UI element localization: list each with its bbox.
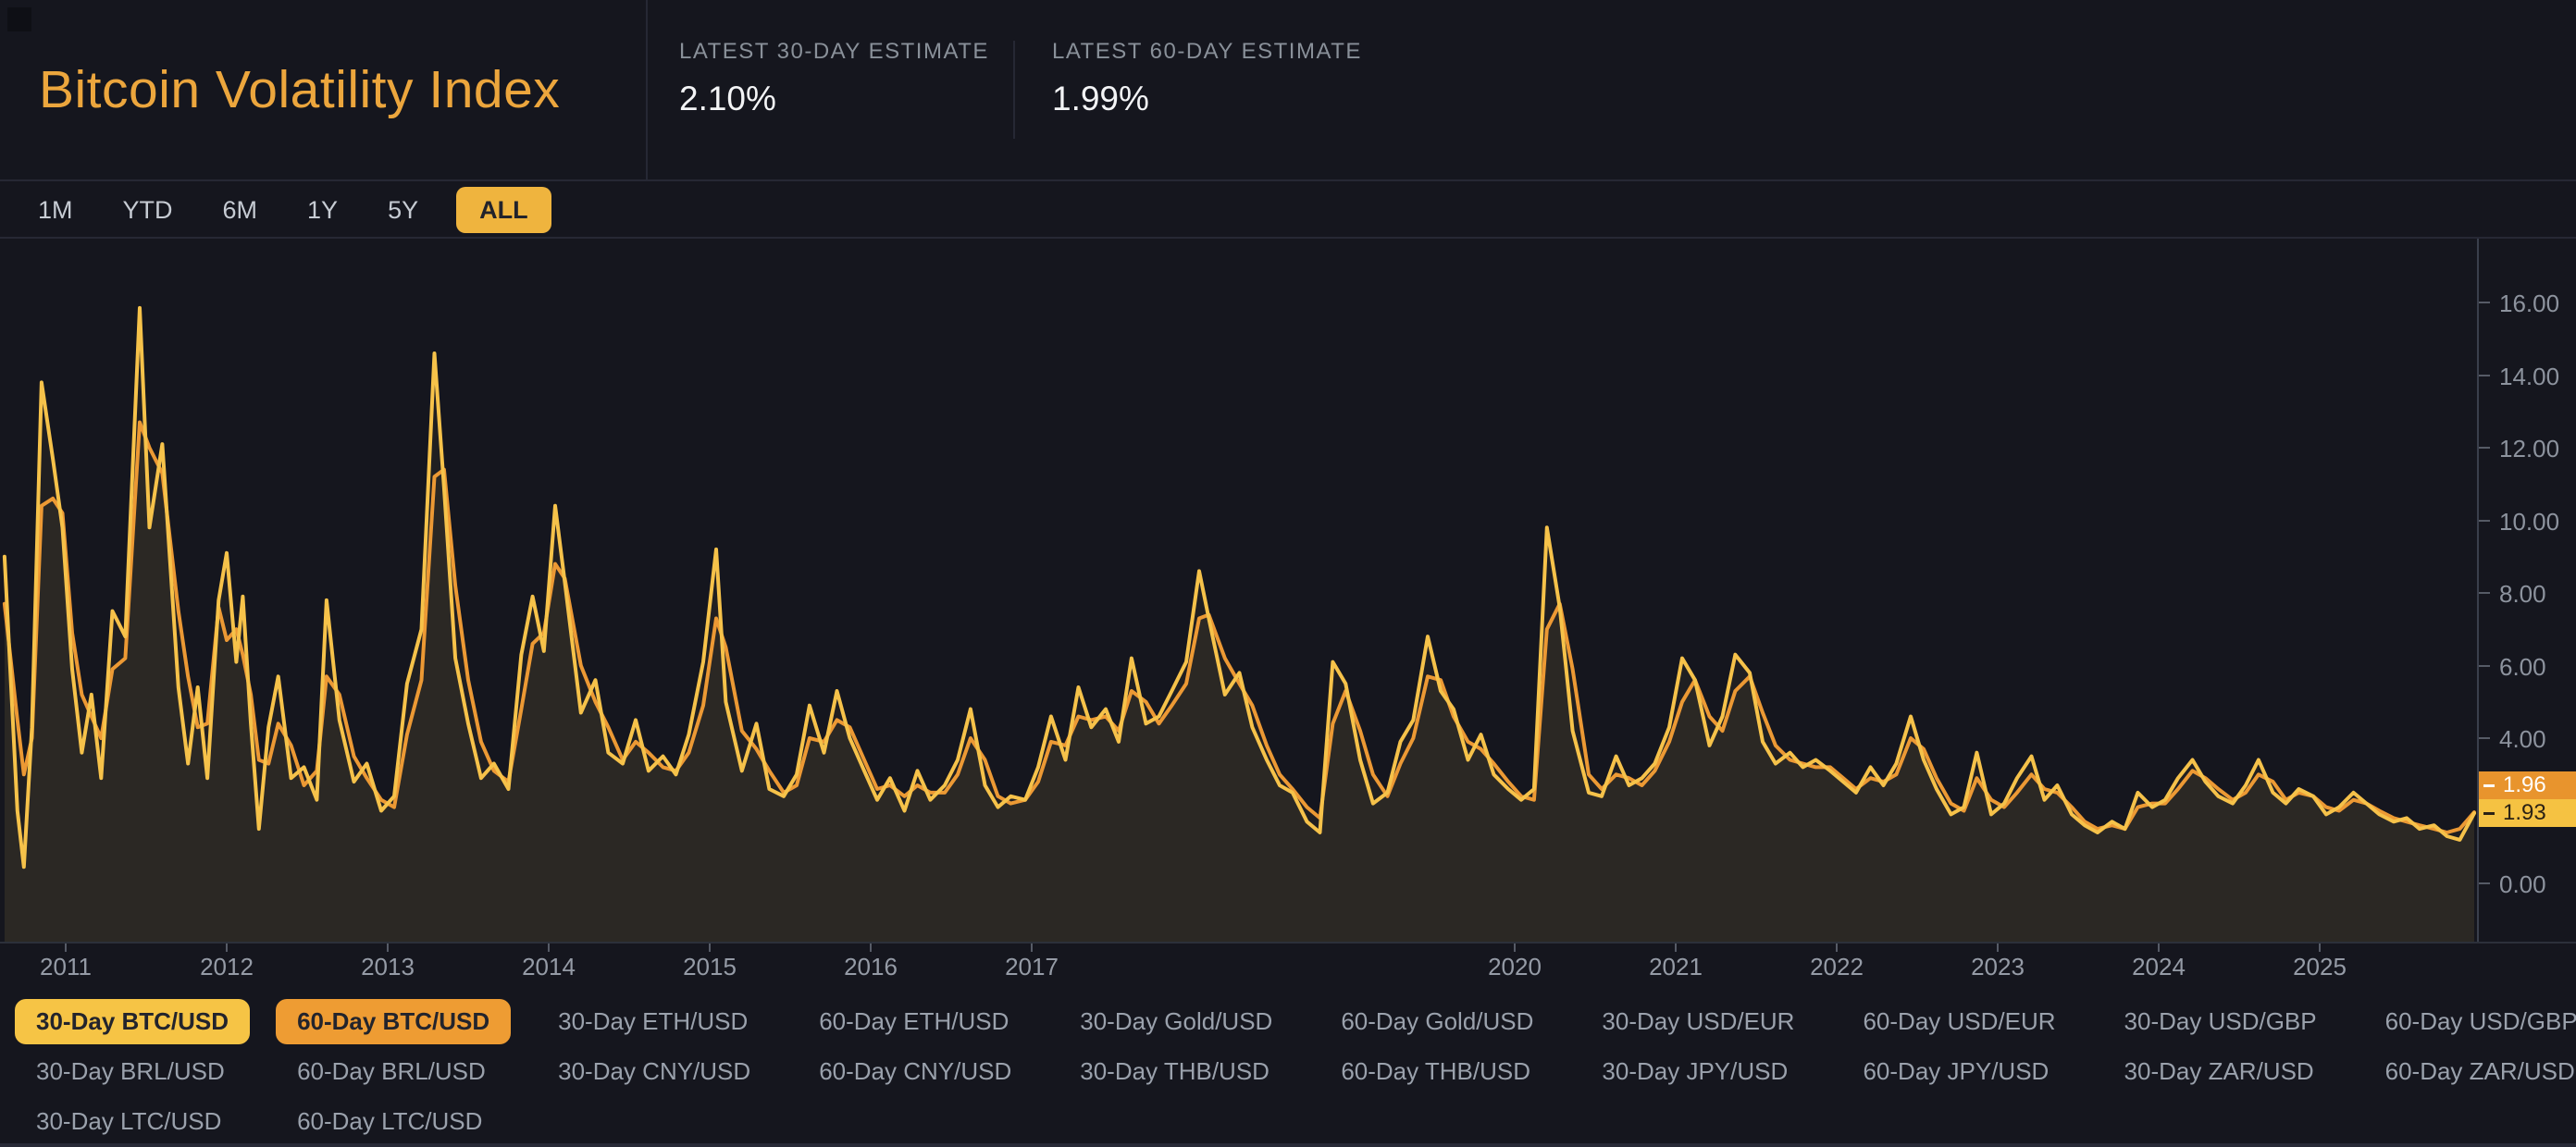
legend-item-60-day-cny-usd[interactable]: 60-Day CNY/USD (798, 1049, 1033, 1094)
y-tick-dash (2479, 737, 2490, 739)
volatility-chart[interactable] (0, 239, 2477, 942)
x-tick-label-2011: 2011 (29, 953, 103, 981)
legend-item-60-day-btc-usd[interactable]: 60-Day BTC/USD (276, 999, 511, 1044)
x-tick-label-2014: 2014 (512, 953, 586, 981)
area-fill-30d (5, 308, 2474, 942)
range-button-1y[interactable]: 1Y (282, 187, 363, 233)
y-tick-label: 14.00 (2499, 363, 2576, 391)
x-tick-dash (2158, 944, 2160, 952)
y-tick-label: 4.00 (2499, 725, 2576, 754)
range-button-6m[interactable]: 6M (198, 187, 283, 233)
x-tick-dash (387, 944, 389, 952)
y-tick-label: 8.00 (2499, 580, 2576, 609)
x-tick-label-2023: 2023 (1961, 953, 2035, 981)
legend-item-60-day-zar-usd[interactable]: 60-Day ZAR/USD (2364, 1049, 2576, 1094)
legend-item-60-day-thb-usd[interactable]: 60-Day THB/USD (1319, 1049, 1552, 1094)
x-tick-label-2017: 2017 (995, 953, 1069, 981)
x-tick-label-2024: 2024 (2122, 953, 2196, 981)
y-tick-dash (2479, 882, 2490, 884)
legend-item-30-day-thb-usd[interactable]: 30-Day THB/USD (1059, 1049, 1291, 1094)
series-legend: 30-Day BTC/USD 60-Day BTC/USD 30-Day ETH/U… (0, 985, 2576, 1147)
x-tick-label-2021: 2021 (1639, 953, 1713, 981)
header: Bitcoin Volatility Index LATEST 30-DAY E… (0, 0, 2576, 181)
x-tick-label-2013: 2013 (351, 953, 425, 981)
x-tick-dash (65, 944, 67, 952)
price-label-30d: 1.93 (2479, 799, 2576, 827)
x-tick-dash (2319, 944, 2321, 952)
y-tick-dash (2479, 302, 2490, 303)
range-button-ytd[interactable]: YTD (98, 187, 198, 233)
y-tick-dash (2479, 592, 2490, 594)
x-tick-dash (709, 944, 711, 952)
legend-item-30-day-cny-usd[interactable]: 30-Day CNY/USD (537, 1049, 772, 1094)
legend-item-60-day-jpy-usd[interactable]: 60-Day JPY/USD (1841, 1049, 2070, 1094)
estimate-60d-label: LATEST 60-DAY ESTIMATE (1052, 39, 1494, 65)
x-tick-dash (1836, 944, 1838, 952)
x-tick-label-2015: 2015 (673, 953, 747, 981)
x-tick-dash (870, 944, 872, 952)
x-tick-dash (1997, 944, 1999, 952)
estimate-60d-block: LATEST 60-DAY ESTIMATE 1.99% (1013, 0, 1494, 179)
price-label-60d: 1.96 (2479, 771, 2576, 799)
estimate-30d-label: LATEST 30-DAY ESTIMATE (679, 39, 1013, 65)
x-tick-dash (1514, 944, 1516, 952)
x-axis-scale[interactable]: 2011 2012 2013 2014 2015 2016 2017 2020 2021 2022… (0, 942, 2576, 985)
legend-item-60-day-ltc-usd[interactable]: 60-Day LTC/USD (276, 1099, 503, 1144)
chart-area: 16.00 14.00 12.00 10.00 8.00 6.00 4.00 0.00 1.93… (0, 239, 2576, 985)
legend-item-30-day-jpy-usd[interactable]: 30-Day JPY/USD (1580, 1049, 1809, 1094)
range-button-1m[interactable]: 1M (13, 187, 98, 233)
legend-item-60-day-usd-eur[interactable]: 60-Day USD/EUR (1841, 999, 2076, 1044)
y-tick-label: 16.00 (2499, 290, 2576, 318)
legend-item-30-day-zar-usd[interactable]: 30-Day ZAR/USD (2103, 1049, 2335, 1094)
y-axis-scale[interactable]: 16.00 14.00 12.00 10.00 8.00 6.00 4.00 0.00 1.93… (2477, 239, 2576, 942)
x-tick-label-2012: 2012 (190, 953, 264, 981)
bitcoin-volatility-index-page: Bitcoin Volatility Index LATEST 30-DAY E… (0, 0, 2576, 1147)
legend-item-30-day-btc-usd[interactable]: 30-Day BTC/USD (15, 999, 250, 1044)
legend-item-60-day-usd-gbp[interactable]: 60-Day USD/GBP (2364, 999, 2576, 1044)
range-buttons: 1MYTD6M1Y5Y ALL (0, 183, 2576, 239)
title-box: Bitcoin Volatility Index (0, 0, 648, 179)
x-tick-dash (226, 944, 228, 952)
x-tick-label-2025: 2025 (2283, 953, 2357, 981)
legend-item-30-day-eth-usd[interactable]: 30-Day ETH/USD (537, 999, 769, 1044)
x-tick-label-2020: 2020 (1478, 953, 1552, 981)
x-tick-dash (1675, 944, 1677, 952)
x-tick-dash (548, 944, 550, 952)
legend-item-30-day-usd-eur[interactable]: 30-Day USD/EUR (1580, 999, 1815, 1044)
x-tick-dash (1031, 944, 1033, 952)
range-button-5y[interactable]: 5Y (363, 187, 443, 233)
x-tick-label-2022: 2022 (1800, 953, 1874, 981)
y-tick-dash (2479, 520, 2490, 522)
legend-item-30-day-usd-gbp[interactable]: 30-Day USD/GBP (2103, 999, 2338, 1044)
y-tick-dash (2479, 665, 2490, 667)
y-tick-dash (2479, 447, 2490, 449)
legend-item-30-day-gold-usd[interactable]: 30-Day Gold/USD (1059, 999, 1294, 1044)
range-button-all[interactable]: ALL (456, 187, 551, 233)
estimate-30d-block: LATEST 30-DAY ESTIMATE 2.10% (648, 0, 1013, 179)
estimate-60d-value: 1.99% (1052, 80, 1494, 118)
legend-item-30-day-ltc-usd[interactable]: 30-Day LTC/USD (15, 1099, 242, 1144)
y-tick-dash (2479, 375, 2490, 376)
estimate-30d-value: 2.10% (679, 80, 1013, 118)
legend-item-60-day-gold-usd[interactable]: 60-Day Gold/USD (1319, 999, 1554, 1044)
page-title: Bitcoin Volatility Index (39, 59, 560, 120)
y-tick-label: 10.00 (2499, 508, 2576, 536)
y-tick-label: 12.00 (2499, 435, 2576, 463)
x-tick-label-2016: 2016 (834, 953, 908, 981)
y-tick-label: 0.00 (2499, 870, 2576, 899)
legend-item-60-day-brl-usd[interactable]: 60-Day BRL/USD (276, 1049, 507, 1094)
legend-item-60-day-eth-usd[interactable]: 60-Day ETH/USD (798, 999, 1030, 1044)
y-tick-label: 6.00 (2499, 653, 2576, 682)
legend-item-30-day-brl-usd[interactable]: 30-Day BRL/USD (15, 1049, 246, 1094)
